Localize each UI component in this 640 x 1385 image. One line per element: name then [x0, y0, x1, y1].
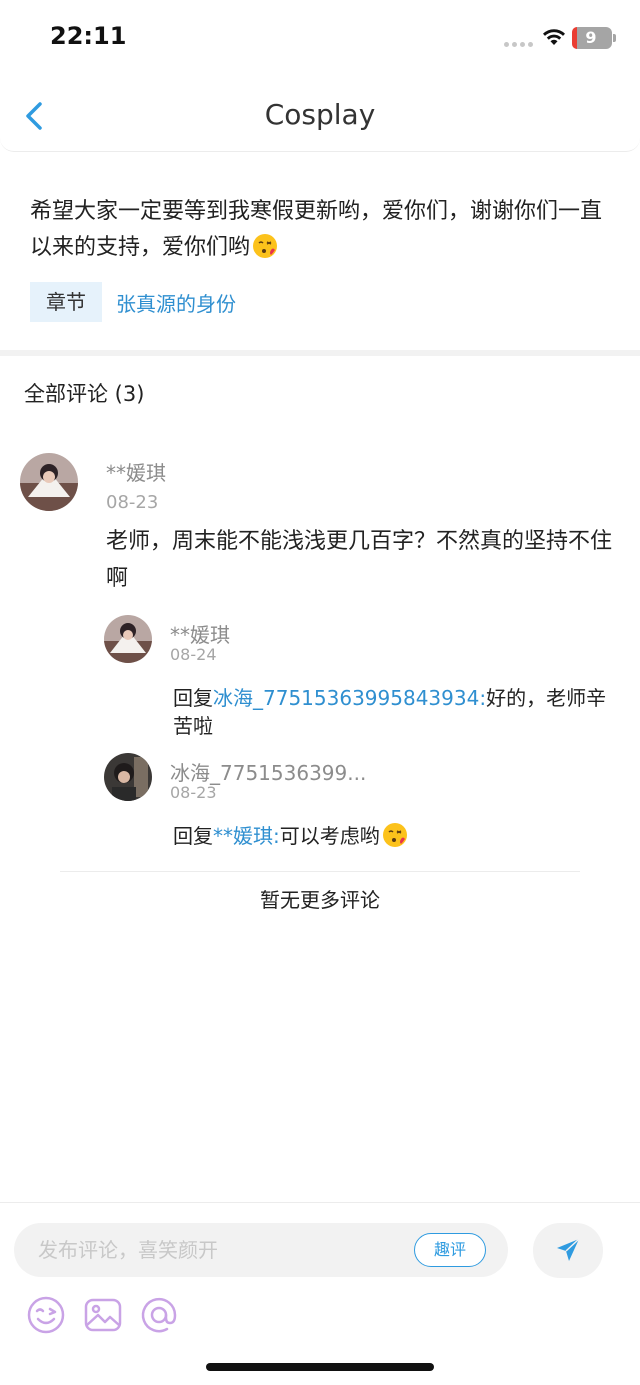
- wifi-icon: [543, 29, 565, 45]
- kissing-face-icon: [382, 823, 407, 847]
- reply-content: 可以考虑哟: [279, 824, 380, 848]
- reply-target-link[interactable]: 冰海_77515363995843934: [213, 686, 479, 710]
- no-more-comments: 暂无更多评论: [260, 888, 380, 912]
- comments-header: 全部评论 (3): [24, 382, 145, 406]
- image-icon[interactable]: [83, 1295, 123, 1335]
- reply-date: 08-24: [170, 645, 217, 664]
- comment-username[interactable]: **媛琪: [106, 457, 166, 486]
- reply-username[interactable]: **媛琪: [170, 619, 230, 648]
- home-indicator: [206, 1363, 434, 1371]
- battery-level: 9: [585, 28, 597, 47]
- avatar[interactable]: [104, 615, 152, 663]
- emoji-icon[interactable]: [26, 1295, 66, 1335]
- comment-text: 老师，周末能不能浅浅更几百字？不然真的坚持不住啊: [106, 529, 613, 591]
- status-time: 22:11: [50, 22, 127, 50]
- section-divider: [0, 350, 640, 356]
- page-title: Cosplay: [264, 98, 376, 131]
- send-button[interactable]: [533, 1223, 603, 1278]
- cellular-signal-icon: [504, 42, 533, 47]
- reply-colon: :: [273, 824, 280, 848]
- reply-prefix: 回复: [173, 824, 213, 848]
- intro-text: 希望大家一定要等到我寒假更新哟，爱你们，谢谢你们一直以来的支持，爱你们哟: [30, 194, 610, 266]
- reply-prefix: 回复: [173, 686, 213, 710]
- kissing-face-icon: [253, 234, 278, 258]
- quping-button[interactable]: 趣评: [414, 1233, 486, 1267]
- avatar[interactable]: [104, 753, 152, 801]
- chapter-tag: 章节: [30, 282, 102, 322]
- status-bar: 22:11 9: [0, 0, 640, 76]
- chapter-intro: 希望大家一定要等到我寒假更新哟，爱你们，谢谢你们一直以来的支持，爱你们哟 章节 …: [0, 152, 640, 350]
- battery-icon: 9: [572, 27, 616, 49]
- nav-bar: Cosplay: [0, 76, 640, 152]
- reply-target-link[interactable]: **媛琪: [213, 824, 273, 848]
- chapter-link[interactable]: 张真源的身份: [116, 288, 236, 317]
- comment-date: 08-23: [106, 492, 159, 513]
- reply-date: 08-23: [170, 783, 217, 802]
- comment-composer: 趣评: [0, 1202, 640, 1385]
- avatar[interactable]: [20, 453, 78, 511]
- reply-username[interactable]: 冰海_7751536399...: [170, 757, 366, 786]
- reply-text: 回复**媛琪:可以考虑哟: [173, 822, 623, 850]
- at-icon[interactable]: [139, 1295, 179, 1335]
- intro-text-content: 希望大家一定要等到我寒假更新哟，爱你们，谢谢你们一直以来的支持，爱你们哟: [30, 199, 603, 260]
- divider: [60, 871, 580, 872]
- send-icon: [557, 1238, 580, 1261]
- reply-text: 回复冰海_77515363995843934:好的，老师辛苦啦: [173, 684, 623, 740]
